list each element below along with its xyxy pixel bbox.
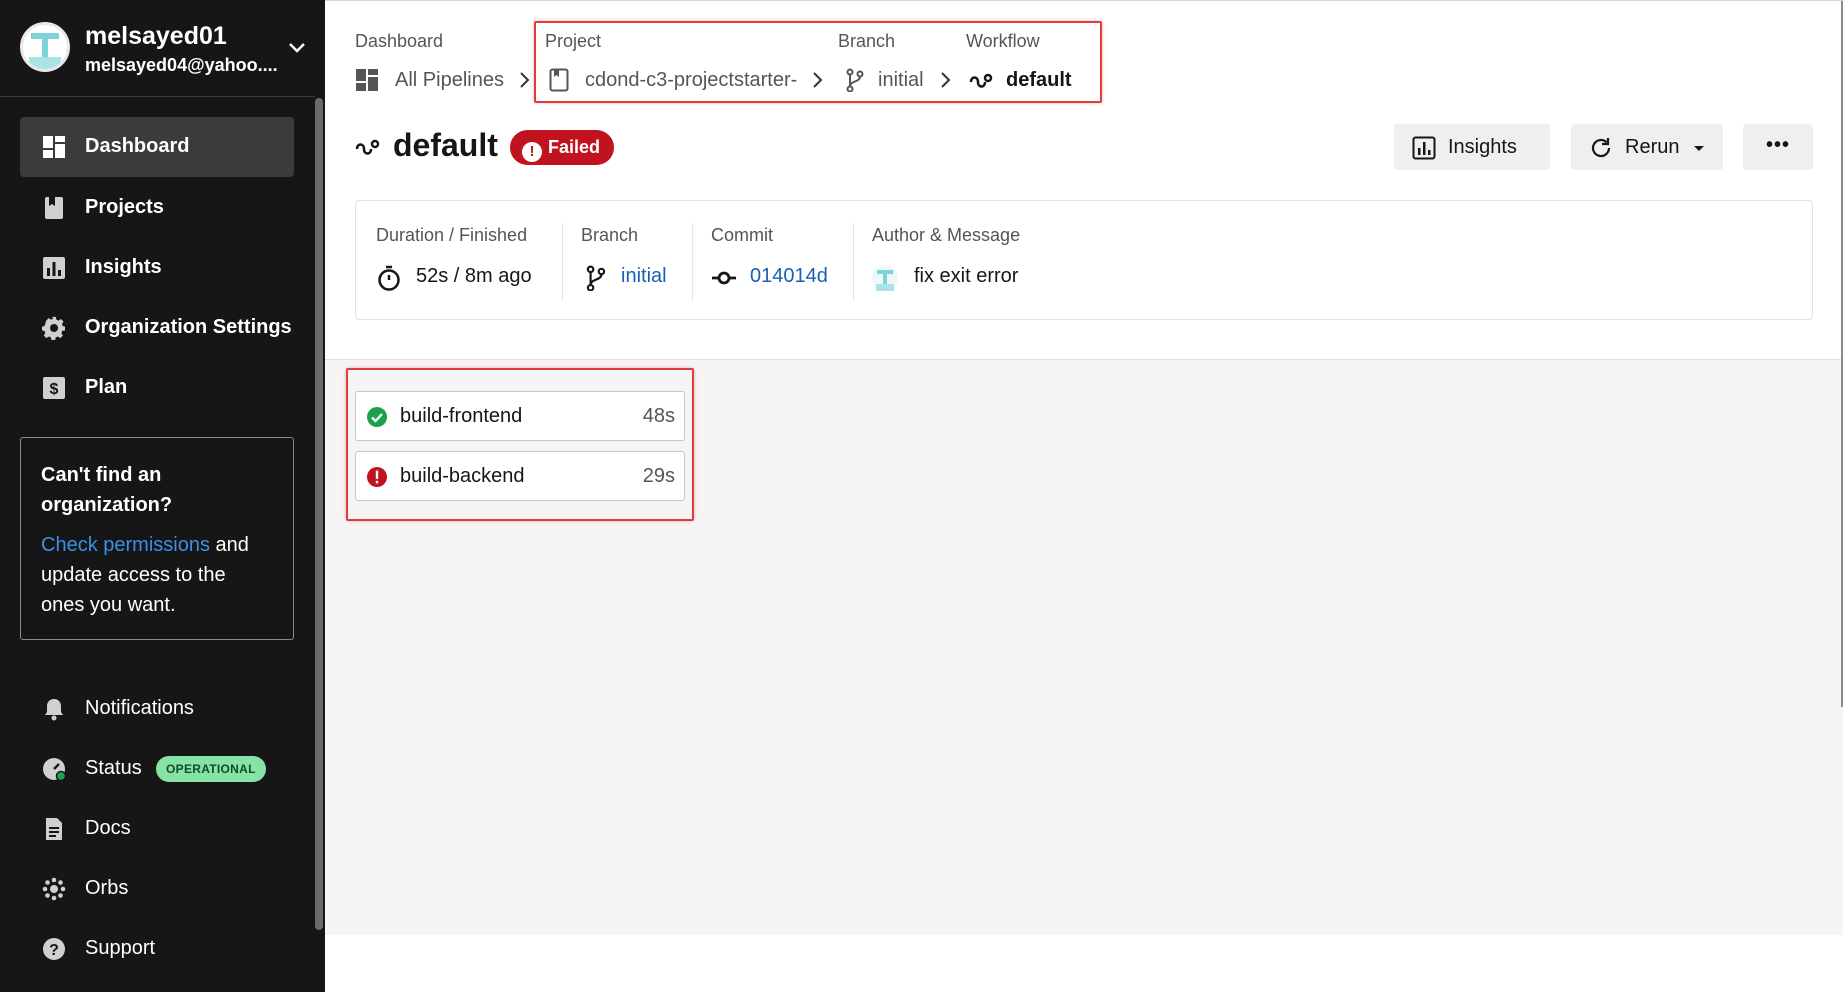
- bar-chart-icon: [43, 257, 65, 279]
- sidebar-item-support[interactable]: ? Support: [20, 919, 294, 979]
- workflow-name: default: [393, 127, 498, 163]
- status-badge: ! Failed: [510, 130, 615, 165]
- insights-button-label: Insights: [1448, 136, 1517, 158]
- book-icon: [45, 197, 63, 219]
- pipelines-icon: [356, 69, 378, 91]
- main-panel: Dashboard All Pipelines Project cdond-c3…: [325, 0, 1843, 992]
- avatar: [872, 265, 898, 291]
- svg-text:$: $: [50, 381, 59, 398]
- gear-icon: [42, 316, 66, 340]
- highlight-box-breadcrumb: [534, 21, 1102, 103]
- sidebar-item-dashboard[interactable]: Dashboard: [20, 117, 294, 177]
- sidebar-item-label: Status: [85, 757, 142, 779]
- sidebar-item-label: Plan: [85, 376, 128, 398]
- dashboard-icon: [43, 136, 65, 158]
- breadcrumb-dashboard-label: Dashboard: [355, 31, 444, 51]
- svg-text:?: ?: [49, 942, 59, 959]
- sidebar-item-insights[interactable]: Insights: [20, 238, 294, 298]
- chevron-right-icon: [520, 72, 530, 88]
- sidebar-item-label: Notifications: [85, 697, 194, 719]
- commit-link[interactable]: 014014d: [750, 265, 828, 288]
- sidebar-item-notifications[interactable]: Notifications: [20, 679, 294, 739]
- column-divider: [853, 223, 854, 301]
- workflow-icon: [355, 139, 380, 155]
- sidebar-divider: [0, 96, 315, 97]
- bell-icon: [45, 699, 63, 721]
- org-prompt: Can't find an organization? Check permis…: [20, 437, 294, 640]
- timer-icon: [378, 265, 400, 291]
- sidebar: melsayed01 melsayed04@yahoo.... Dashboar…: [0, 0, 325, 992]
- highlight-box-jobs: [346, 368, 694, 521]
- sidebar-item-orbs[interactable]: Orbs: [20, 859, 294, 919]
- chevron-down-icon[interactable]: [285, 36, 309, 60]
- duration-label: Duration / Finished: [376, 225, 528, 245]
- branch-label: Branch: [581, 225, 639, 245]
- branch-link[interactable]: initial: [621, 265, 667, 288]
- check-permissions-link[interactable]: Check permissions: [41, 534, 210, 556]
- breadcrumb-all-pipelines[interactable]: All Pipelines: [395, 69, 504, 92]
- status-badge-label: Failed: [548, 137, 601, 157]
- duration-value: 52s / 8m ago: [416, 265, 532, 287]
- orbs-icon: [42, 877, 66, 901]
- sidebar-item-projects[interactable]: Projects: [20, 178, 294, 238]
- help-icon: ?: [43, 938, 65, 960]
- author-label: Author & Message: [872, 225, 1021, 245]
- sidebar-item-label: Projects: [85, 196, 164, 218]
- sidebar-item-label: Insights: [85, 256, 162, 278]
- caret-down-icon: [1694, 146, 1704, 151]
- more-options-button[interactable]: •••: [1743, 124, 1813, 170]
- commit-icon: [712, 271, 736, 285]
- sidebar-item-label: Orbs: [85, 877, 129, 899]
- more-icon: •••: [1765, 134, 1790, 156]
- rerun-button-label: Rerun: [1625, 136, 1680, 158]
- sidebar-item-docs[interactable]: Docs: [20, 799, 294, 859]
- gauge-icon: [43, 758, 66, 781]
- error-icon: !: [522, 142, 542, 162]
- commit-message: fix exit error: [914, 265, 1019, 287]
- insights-button[interactable]: Insights: [1394, 124, 1550, 170]
- jobs-area: build-frontend 48s build-backend 29s: [325, 360, 1843, 935]
- document-icon: [46, 818, 62, 840]
- sidebar-item-label: Organization Settings: [85, 316, 292, 338]
- bar-chart-icon: [1412, 136, 1436, 160]
- rerun-button[interactable]: Rerun: [1571, 124, 1723, 170]
- app: melsayed01 melsayed04@yahoo.... Dashboar…: [0, 0, 1843, 992]
- user-menu[interactable]: melsayed01 melsayed04@yahoo....: [20, 22, 310, 76]
- workflow-summary: Duration / Finished 52s / 8m ago Branch …: [355, 200, 1813, 320]
- column-divider: [562, 223, 563, 301]
- workflow-header: Dashboard All Pipelines Project cdond-c3…: [325, 1, 1843, 360]
- sidebar-item-label: Dashboard: [85, 135, 190, 157]
- status-badge: OPERATIONAL: [156, 756, 266, 782]
- org-prompt-title: Can't find an organization?: [41, 464, 173, 516]
- avatar: [20, 22, 70, 72]
- sidebar-item-organization-settings[interactable]: Organization Settings: [20, 298, 294, 358]
- sidebar-scrollbar[interactable]: [315, 98, 323, 930]
- column-divider: [692, 223, 693, 301]
- sidebar-item-plan[interactable]: $ Plan: [20, 358, 294, 418]
- user-email: melsayed04@yahoo....: [85, 55, 278, 75]
- refresh-icon: [1591, 138, 1611, 158]
- branch-icon: [586, 265, 606, 291]
- sidebar-item-label: Docs: [85, 817, 131, 839]
- sidebar-item-label: Support: [85, 937, 156, 959]
- commit-label: Commit: [711, 225, 773, 245]
- user-name: melsayed01: [85, 22, 227, 50]
- org-prompt-text: Check permissions and update access to t…: [41, 530, 273, 620]
- dollar-icon: $: [43, 377, 65, 399]
